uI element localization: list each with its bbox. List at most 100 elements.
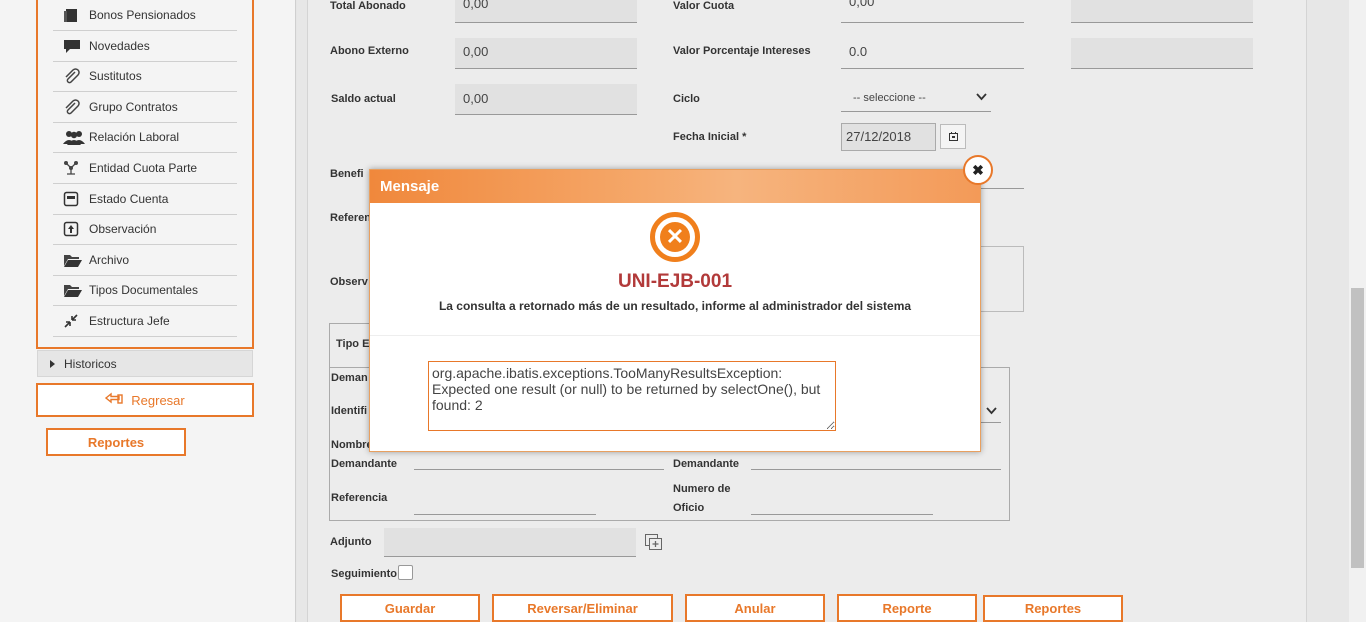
- sidebar-item-estructura-jefe[interactable]: Estructura Jefe: [53, 306, 237, 337]
- numero-oficio-field[interactable]: [751, 497, 933, 515]
- network-icon: [63, 160, 81, 176]
- valor-porcentaje-field[interactable]: 0.0: [841, 38, 1024, 69]
- dialog-header[interactable]: Mensaje: [370, 170, 980, 203]
- back-hand-icon: [105, 392, 123, 409]
- demandante-right-label: Demandante: [673, 458, 740, 470]
- folder-open-icon: [63, 252, 82, 268]
- sidebar-item-sustitutos[interactable]: Sustitutos: [53, 61, 237, 92]
- sidebar-item-label: Archivo: [89, 253, 130, 267]
- sidebar-item-label: Sustitutos: [89, 69, 142, 83]
- upload-box-icon: [63, 221, 81, 237]
- sidebar-reportes-label: Reportes: [87, 434, 145, 450]
- paperclip-icon: [63, 99, 81, 115]
- identificacion-label: Identifi: [331, 405, 368, 417]
- sidebar-item-label: Estructura Jefe: [89, 314, 170, 328]
- fecha-inicial-label: Fecha Inicial *: [673, 131, 747, 143]
- saldo-actual-field[interactable]: 0,00: [455, 84, 637, 115]
- reversar-eliminar-button[interactable]: Reversar/Eliminar: [492, 594, 673, 622]
- total-abonado-label: Total Abonado: [330, 0, 406, 12]
- close-icon: ✖: [972, 161, 984, 178]
- sidebar-item-bonos-pensionados[interactable]: Bonos Pensionados: [53, 0, 237, 31]
- error-message: La consulta a retornado más de un result…: [438, 299, 912, 313]
- sidebar-item-archivo[interactable]: Archivo: [53, 245, 237, 276]
- historicos-label: Historicos: [64, 356, 117, 371]
- historicos-toggle[interactable]: Historicos: [37, 350, 253, 377]
- error-detail-textarea[interactable]: org.apache.ibatis.exceptions.TooManyResu…: [428, 361, 836, 431]
- valor-porcentaje-label: Valor Porcentaje Intereses: [673, 45, 811, 57]
- valor-cuota-field[interactable]: 0,00: [841, 0, 1024, 23]
- ciclo-label: Ciclo: [673, 93, 700, 105]
- referencia-top-label: Referen: [330, 212, 371, 224]
- abono-externo-label: Abono Externo: [330, 45, 409, 57]
- calendar-button[interactable]: [940, 124, 966, 149]
- sidebar-item-estado-cuenta[interactable]: Estado Cuenta: [53, 184, 237, 215]
- dialog-title: Mensaje: [380, 178, 440, 195]
- seguimiento-checkbox[interactable]: [398, 565, 413, 580]
- dialog-divider: [370, 335, 980, 336]
- sidebar-item-label: Bonos Pensionados: [89, 8, 196, 22]
- sidebar-item-grupo-contratos[interactable]: Grupo Contratos: [53, 92, 237, 123]
- adjunto-label: Adjunto: [330, 536, 372, 548]
- ciclo-selected: -- seleccione --: [853, 92, 926, 104]
- seguimiento-label: Seguimiento: [331, 568, 398, 580]
- reversar-label: Reversar/Eliminar: [527, 600, 638, 616]
- nombre-label: Nombre: [331, 439, 373, 451]
- guardar-label: Guardar: [384, 600, 436, 616]
- regresar-button[interactable]: Regresar: [36, 383, 254, 417]
- ciclo-select[interactable]: -- seleccione --: [841, 86, 991, 112]
- nombre-demandante-field[interactable]: [414, 452, 664, 470]
- calendar-icon: [948, 130, 958, 144]
- sidebar-item-label: Estado Cuenta: [89, 192, 169, 206]
- reportes-button[interactable]: Reportes: [983, 595, 1123, 622]
- observacion-label: Observ: [330, 276, 368, 288]
- message-dialog: Mensaje ✕ UNI-EJB-001 La consulta a reto…: [369, 169, 981, 452]
- sidebar-item-tipos-documentales[interactable]: Tipos Documentales: [53, 275, 237, 306]
- tipo-embargo-label: Tipo E: [336, 338, 370, 350]
- extra-field-2[interactable]: [1071, 38, 1253, 69]
- sidebar-item-entidad-cuota-parte[interactable]: Entidad Cuota Parte: [53, 153, 237, 184]
- scrollbar-thumb[interactable]: [1351, 288, 1364, 568]
- anular-button[interactable]: Anular: [685, 594, 825, 622]
- adjunto-field[interactable]: [384, 528, 636, 557]
- numero-oficio-label-1: Numero de: [673, 483, 731, 495]
- sidebar-item-label: Entidad Cuota Parte: [89, 161, 198, 175]
- extra-field-1[interactable]: [1071, 0, 1253, 23]
- demandante-left-label: Demandante: [331, 458, 398, 470]
- folder-open-icon: [63, 282, 82, 298]
- referencia-label: Referencia: [331, 492, 388, 504]
- saldo-actual-label: Saldo actual: [331, 93, 396, 105]
- demandante-section-label: Deman: [331, 372, 368, 384]
- sidebar-item-novedades[interactable]: Novedades: [53, 31, 237, 62]
- sidebar-item-relación-laboral[interactable]: Relación Laboral: [53, 122, 237, 153]
- anular-label: Anular: [734, 600, 776, 616]
- close-dialog-button[interactable]: ✖: [963, 155, 993, 185]
- demandante-right-field[interactable]: [751, 452, 1001, 470]
- total-abonado-field[interactable]: 0,00: [455, 0, 637, 23]
- guardar-button[interactable]: Guardar: [340, 594, 480, 622]
- valor-cuota-label: Valor Cuota: [673, 0, 735, 12]
- abono-externo-field[interactable]: 0,00: [455, 38, 637, 69]
- statement-icon: [63, 191, 81, 207]
- compress-icon: [63, 313, 81, 329]
- reporte-button[interactable]: Reporte: [837, 594, 977, 622]
- regresar-label: Regresar: [131, 392, 185, 408]
- error-icon: ✕: [650, 212, 700, 262]
- beneficiario-label: Benefi: [330, 168, 364, 180]
- sidebar-item-label: Novedades: [89, 39, 150, 53]
- paperclip-icon: [63, 68, 81, 84]
- chat-icon: [63, 38, 81, 54]
- sidebar-item-label: Tipos Documentales: [89, 283, 198, 297]
- caret-right-icon: [50, 359, 55, 368]
- sidebar-reportes-button[interactable]: Reportes: [46, 428, 186, 456]
- referencia-field[interactable]: [414, 497, 596, 515]
- chevron-down-icon: [976, 92, 987, 104]
- reportes-label: Reportes: [1024, 601, 1082, 616]
- fecha-inicial-field[interactable]: 27/12/2018: [841, 123, 936, 151]
- users-icon: [63, 129, 85, 145]
- sidebar-item-label: Relación Laboral: [89, 130, 180, 144]
- sidebar-item-observación[interactable]: Observación: [53, 214, 237, 245]
- book-icon: [63, 7, 81, 23]
- sidebar-item-label: Grupo Contratos: [89, 100, 178, 114]
- reporte-label: Reporte: [882, 600, 932, 616]
- attach-file-icon[interactable]: [645, 534, 662, 553]
